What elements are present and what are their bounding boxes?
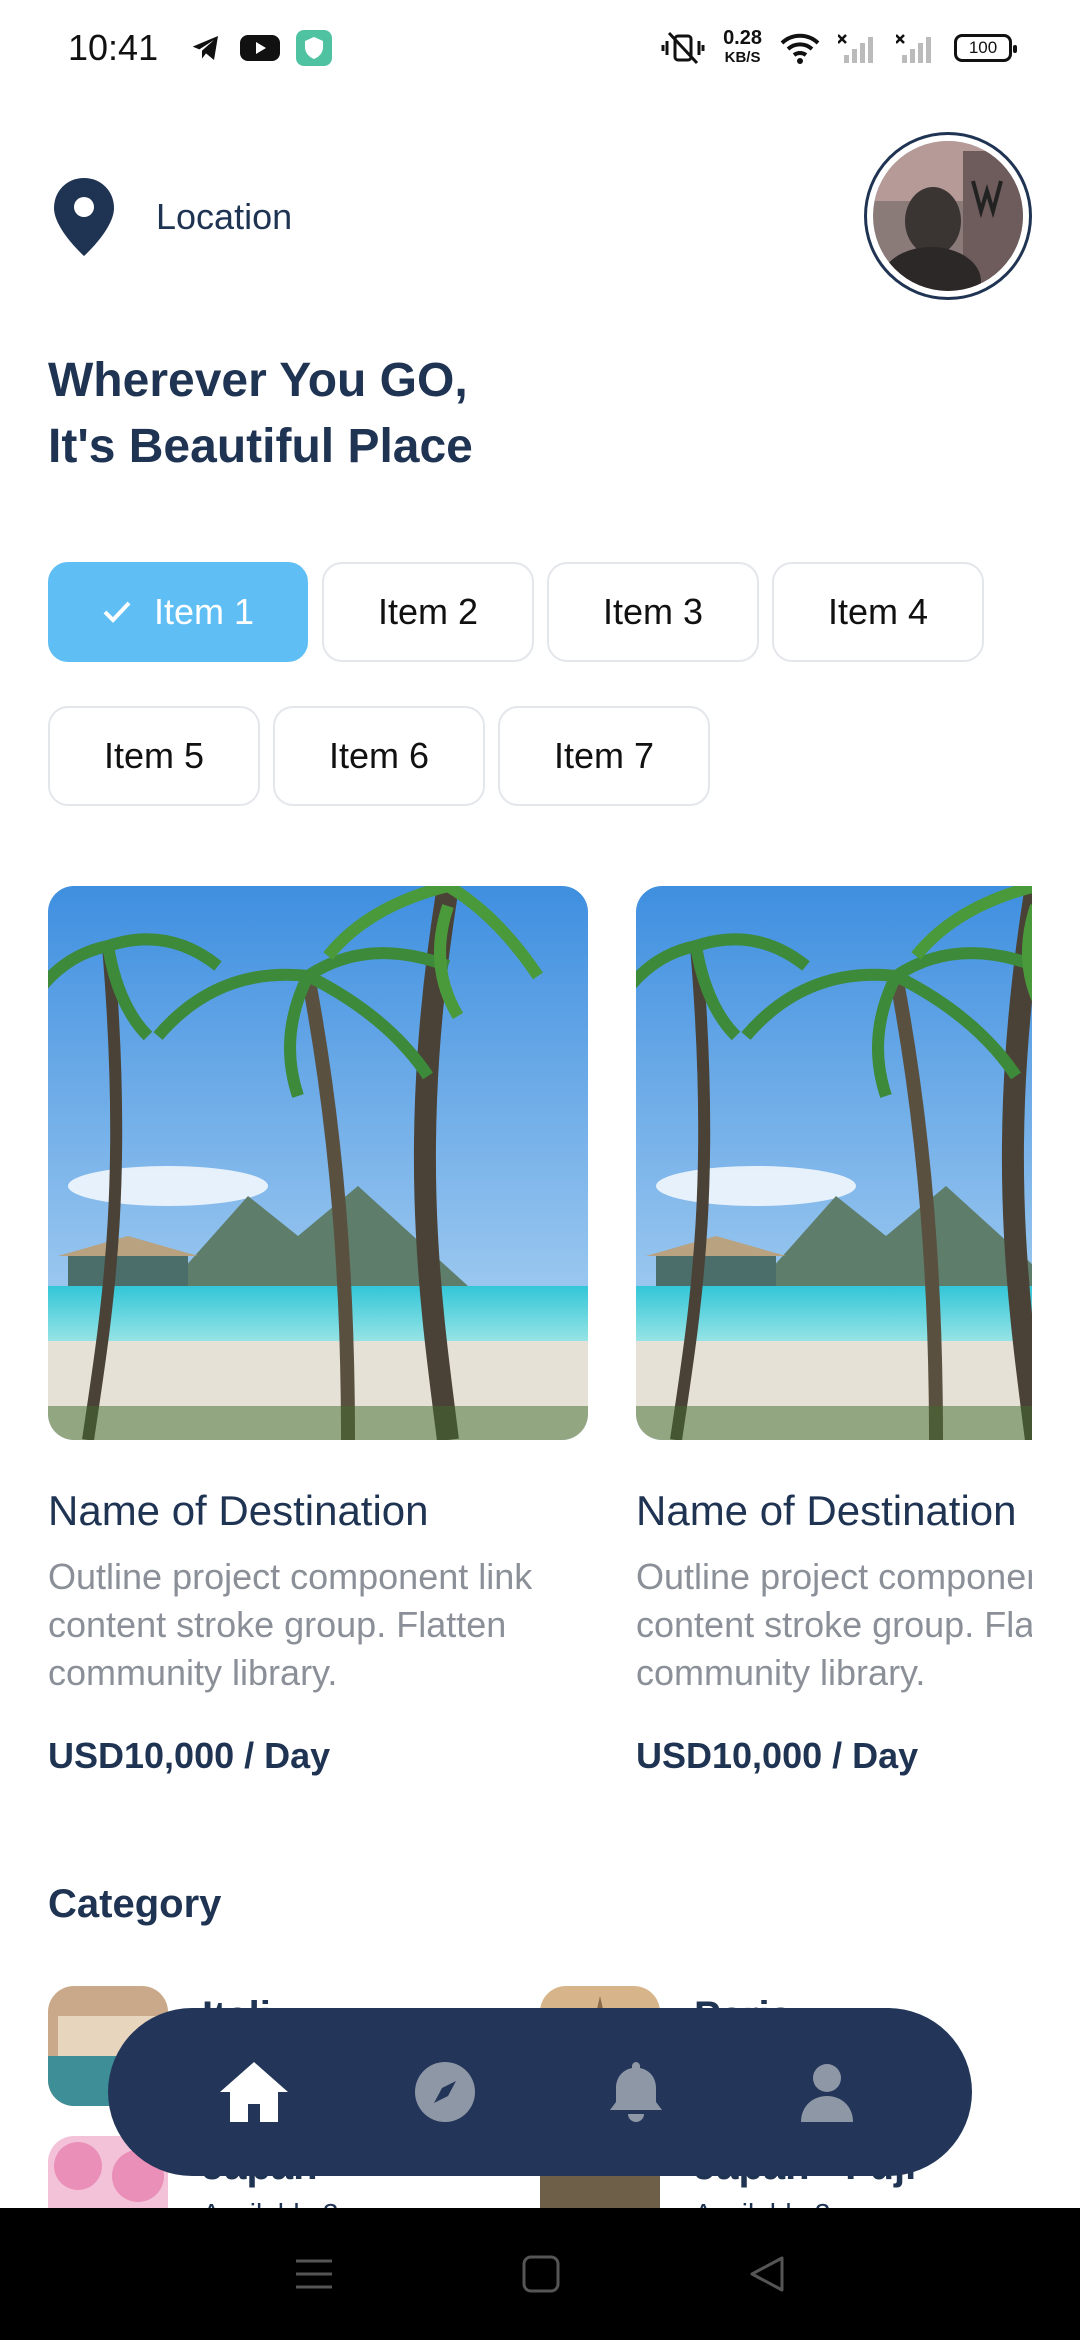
vibrate-off-icon bbox=[661, 31, 705, 65]
location-label[interactable]: Location bbox=[156, 196, 292, 238]
card-price: USD10,000 / Day bbox=[48, 1735, 331, 1776]
signal-icon-2 bbox=[896, 34, 931, 63]
card-description: Outline project component link content s… bbox=[636, 1556, 1032, 1693]
bell-icon bbox=[609, 2062, 662, 2122]
battery-indicator: 100 bbox=[954, 34, 1017, 62]
chip-item-6[interactable]: Item 6 bbox=[273, 706, 485, 806]
menu-icon[interactable] bbox=[294, 2257, 334, 2291]
chip-item-1[interactable]: Item 1 bbox=[48, 562, 308, 662]
nav-notifications[interactable] bbox=[591, 2047, 681, 2137]
signal-icon-1 bbox=[838, 34, 873, 63]
chip-item-5[interactable]: Item 5 bbox=[48, 706, 260, 806]
youtube-icon bbox=[240, 35, 281, 61]
compass-icon bbox=[414, 2062, 475, 2122]
chip-item-2[interactable]: Item 2 bbox=[322, 562, 534, 662]
net-speed-value: 0.28 bbox=[723, 27, 762, 49]
chip-label: Item 1 bbox=[153, 591, 255, 632]
chip-label: Item 7 bbox=[553, 735, 655, 776]
bottom-navigation bbox=[108, 2008, 972, 2176]
page-headline: Wherever You GO, It's Beautiful Place bbox=[48, 348, 473, 480]
shield-app-icon bbox=[296, 30, 333, 66]
avatar-image bbox=[873, 141, 1023, 291]
chip-label: Item 2 bbox=[377, 591, 479, 632]
card-title: Name of Destination bbox=[636, 1487, 1017, 1534]
system-navigation-bar bbox=[0, 2208, 1080, 2340]
chip-label: Item 6 bbox=[328, 735, 430, 776]
card-price: USD10,000 / Day bbox=[636, 1735, 919, 1776]
avatar[interactable] bbox=[864, 132, 1032, 300]
status-app-icons bbox=[188, 30, 333, 66]
headline-line-2: It's Beautiful Place bbox=[48, 420, 473, 473]
chip-label: Item 3 bbox=[602, 591, 704, 632]
net-speed: 0.28 KB/S bbox=[723, 28, 762, 68]
destination-card[interactable]: Name of Destination Outline project comp… bbox=[610, 880, 1032, 1777]
home-button-icon[interactable] bbox=[522, 2255, 560, 2293]
destination-card[interactable]: Name of Destination Outline project comp… bbox=[22, 880, 588, 1777]
nav-profile[interactable] bbox=[782, 2047, 872, 2137]
net-speed-unit: KB/S bbox=[724, 49, 761, 66]
nav-explore[interactable] bbox=[400, 2047, 490, 2137]
user-icon bbox=[800, 2064, 853, 2122]
back-icon[interactable] bbox=[748, 2254, 786, 2294]
home-icon bbox=[219, 2062, 288, 2122]
chip-item-7[interactable]: Item 7 bbox=[498, 706, 710, 806]
destination-image bbox=[22, 880, 588, 1442]
location-pin-icon[interactable] bbox=[54, 178, 114, 256]
chip-label: Item 5 bbox=[103, 735, 205, 776]
wifi-icon bbox=[780, 33, 820, 64]
check-icon bbox=[103, 601, 131, 623]
chip-label: Item 4 bbox=[827, 591, 929, 632]
status-time: 10:41 bbox=[68, 27, 159, 68]
card-title: Name of Destination bbox=[48, 1487, 429, 1534]
category-title: Category bbox=[48, 1882, 222, 1926]
chip-item-4[interactable]: Item 4 bbox=[772, 562, 984, 662]
telegram-icon bbox=[192, 36, 219, 60]
chip-item-3[interactable]: Item 3 bbox=[547, 562, 759, 662]
nav-home[interactable] bbox=[209, 2047, 299, 2137]
headline-line-1: Wherever You GO, bbox=[48, 354, 468, 407]
destination-image bbox=[610, 880, 1032, 1442]
status-right: 0.28 KB/S 100 bbox=[661, 28, 1017, 68]
card-description: Outline project component link content s… bbox=[48, 1556, 533, 1693]
status-bar: 10:41 0.28 KB/S 100 bbox=[0, 0, 1080, 96]
